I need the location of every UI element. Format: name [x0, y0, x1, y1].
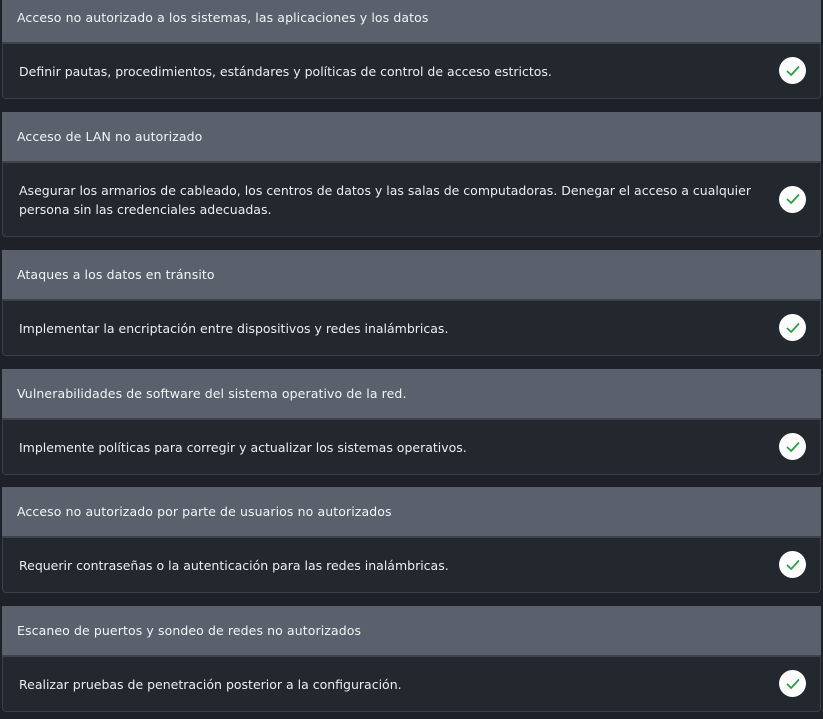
mitigation-text: Implementar la encriptación entre dispos… [19, 320, 449, 336]
checkmark-circle-icon [779, 314, 806, 341]
threat-label: Escaneo de puertos y sondeo de redes no … [2, 606, 821, 657]
checkmark-circle-icon [779, 185, 806, 213]
mitigation-answer[interactable]: Definir pautas, procedimientos, estándar… [2, 44, 821, 99]
threat-label: Acceso de LAN no autorizado [2, 112, 821, 163]
checkmark-circle-icon [779, 433, 806, 460]
mitigation-answer[interactable]: Realizar pruebas de penetración posterio… [2, 657, 821, 712]
checkmark-circle-icon [779, 551, 806, 578]
mitigation-answer[interactable]: Asegurar los armarios de cableado, los c… [2, 163, 821, 237]
mitigation-text: Implemente políticas para corregir y act… [19, 439, 467, 455]
mitigation-text: Requerir contraseñas o la autenticación … [19, 557, 449, 573]
mitigation-answer[interactable]: Implementar la encriptación entre dispos… [2, 301, 821, 356]
mitigation-answer[interactable]: Requerir contraseñas o la autenticación … [2, 538, 821, 593]
mitigation-answer[interactable]: Implemente políticas para corregir y act… [2, 420, 821, 475]
mitigation-text: Realizar pruebas de penetración posterio… [19, 676, 402, 692]
threat-label: Acceso no autorizado por parte de usuari… [2, 487, 821, 538]
threat-label: Ataques a los datos en tránsito [2, 250, 821, 301]
matching-activity: Acceso no autorizado a los sistemas, las… [0, 0, 823, 719]
threat-label: Acceso no autorizado a los sistemas, las… [2, 0, 821, 44]
threat-label: Vulnerabilidades de software del sistema… [2, 369, 821, 420]
checkmark-circle-icon [779, 57, 806, 84]
mitigation-text: Asegurar los armarios de cableado, los c… [19, 182, 751, 217]
mitigation-text: Definir pautas, procedimientos, estándar… [19, 63, 552, 79]
checkmark-circle-icon [779, 670, 806, 697]
